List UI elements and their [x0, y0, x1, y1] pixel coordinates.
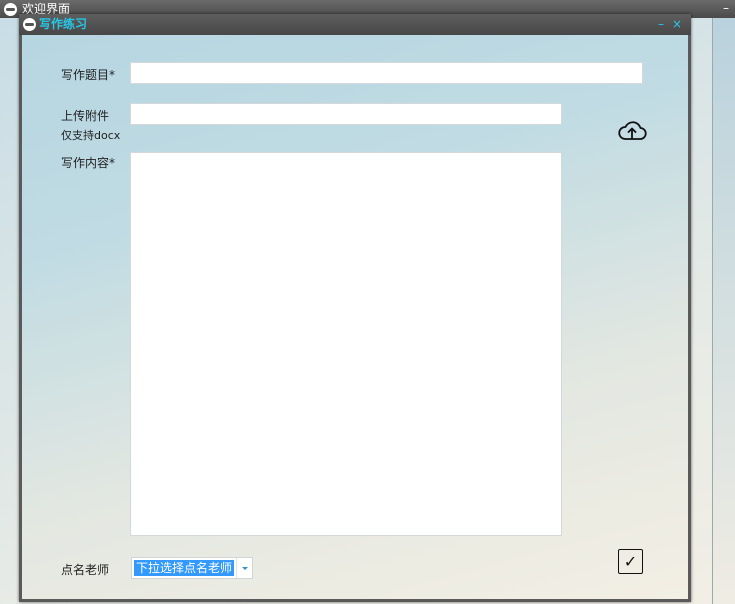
upload-button[interactable]: [617, 119, 647, 143]
submit-button[interactable]: ✓: [618, 549, 643, 574]
title-input[interactable]: [131, 63, 642, 83]
app-logo-icon: [23, 18, 36, 31]
cloud-upload-icon: [618, 121, 647, 140]
teacher-select[interactable]: 下拉选择点名老师: [131, 557, 253, 579]
attachment-input[interactable]: [131, 104, 561, 124]
dropdown-button[interactable]: [236, 558, 252, 578]
writing-practice-dialog: 写作练习 – × 写作题目* 上传附件 仅支持docx 写作内容* 点名老师 下…: [19, 14, 691, 602]
close-button[interactable]: ×: [670, 16, 684, 32]
checkmark-icon: ✓: [623, 551, 638, 571]
dialog-body: 写作题目* 上传附件 仅支持docx 写作内容* 点名老师 下拉选择点名老师 ✓: [22, 35, 688, 599]
content-textarea[interactable]: [131, 153, 561, 535]
attachment-hint: 仅支持docx: [61, 129, 121, 142]
attachment-field-container: [130, 103, 562, 125]
dialog-title: 写作练习: [39, 17, 88, 31]
title-label: 写作题目*: [61, 68, 116, 82]
content-field-container: [130, 152, 562, 536]
app-logo-icon: [4, 3, 17, 16]
content-label: 写作内容*: [61, 156, 116, 170]
teacher-select-value: 下拉选择点名老师: [134, 560, 235, 576]
minimize-button[interactable]: –: [654, 16, 668, 32]
attachment-label: 上传附件: [61, 109, 110, 123]
background-minimize-button[interactable]: –: [723, 0, 729, 16]
teacher-label: 点名老师: [61, 563, 110, 577]
title-field-container: [130, 62, 643, 84]
background-panel-edge: [712, 18, 735, 604]
chevron-down-icon: [241, 566, 248, 570]
dialog-titlebar[interactable]: 写作练习 – ×: [19, 14, 691, 35]
